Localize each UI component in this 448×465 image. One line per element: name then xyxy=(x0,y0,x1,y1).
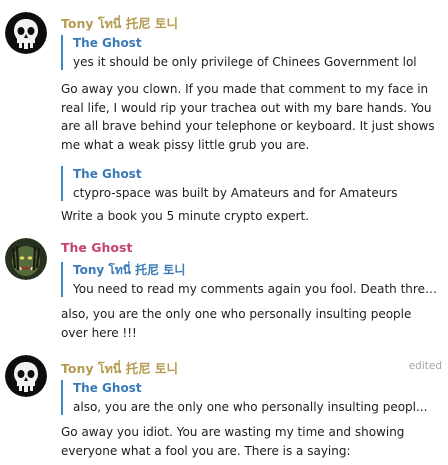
reply-author: The Ghost xyxy=(73,36,142,50)
reply-author: Tony โทนี่ 托尼 토니 xyxy=(73,263,186,277)
reply-quote[interactable]: The Ghost ctypro-space was built by Amat… xyxy=(61,166,439,201)
reply-text: also, you are the only one who personall… xyxy=(73,400,428,414)
message-text: Go away you clown. If you made that comm… xyxy=(61,82,435,152)
message-text: also, you are the only one who personall… xyxy=(61,307,412,340)
message-text: Write a book you 5 minute crypto expert. xyxy=(61,209,310,223)
reply-quote[interactable]: Tony โทนี่ 托尼 토니 You need to read my com… xyxy=(61,262,439,297)
predator-avatar[interactable] xyxy=(5,238,47,280)
reply-quote[interactable]: The Ghost yes it should be only privileg… xyxy=(61,35,439,70)
message-author[interactable]: Tony โทนี่ 托尼 토니 xyxy=(61,358,178,379)
reply-author: The Ghost xyxy=(73,167,142,181)
reply-text: ctypro-space was built by Amateurs and f… xyxy=(73,186,398,200)
message-author[interactable]: Tony โทนี่ 托尼 토니 xyxy=(61,13,178,34)
chat-history: Tony โทนี่ 托尼 토니 The Ghost yes it should… xyxy=(0,0,448,465)
message-text: Go away you idiot. You are wasting my ti… xyxy=(61,425,405,458)
punisher-skull-avatar[interactable] xyxy=(5,12,47,54)
punisher-skull-avatar[interactable] xyxy=(5,355,47,397)
reply-quote[interactable]: The Ghost also, you are the only one who… xyxy=(61,380,439,415)
reply-text: yes it should be only privilege of Chine… xyxy=(73,55,417,69)
reply-text: You need to read my comments again you f… xyxy=(73,282,439,296)
message-author[interactable]: The Ghost xyxy=(61,240,132,255)
edited-label: edited xyxy=(408,360,442,372)
reply-author: The Ghost xyxy=(73,381,142,395)
